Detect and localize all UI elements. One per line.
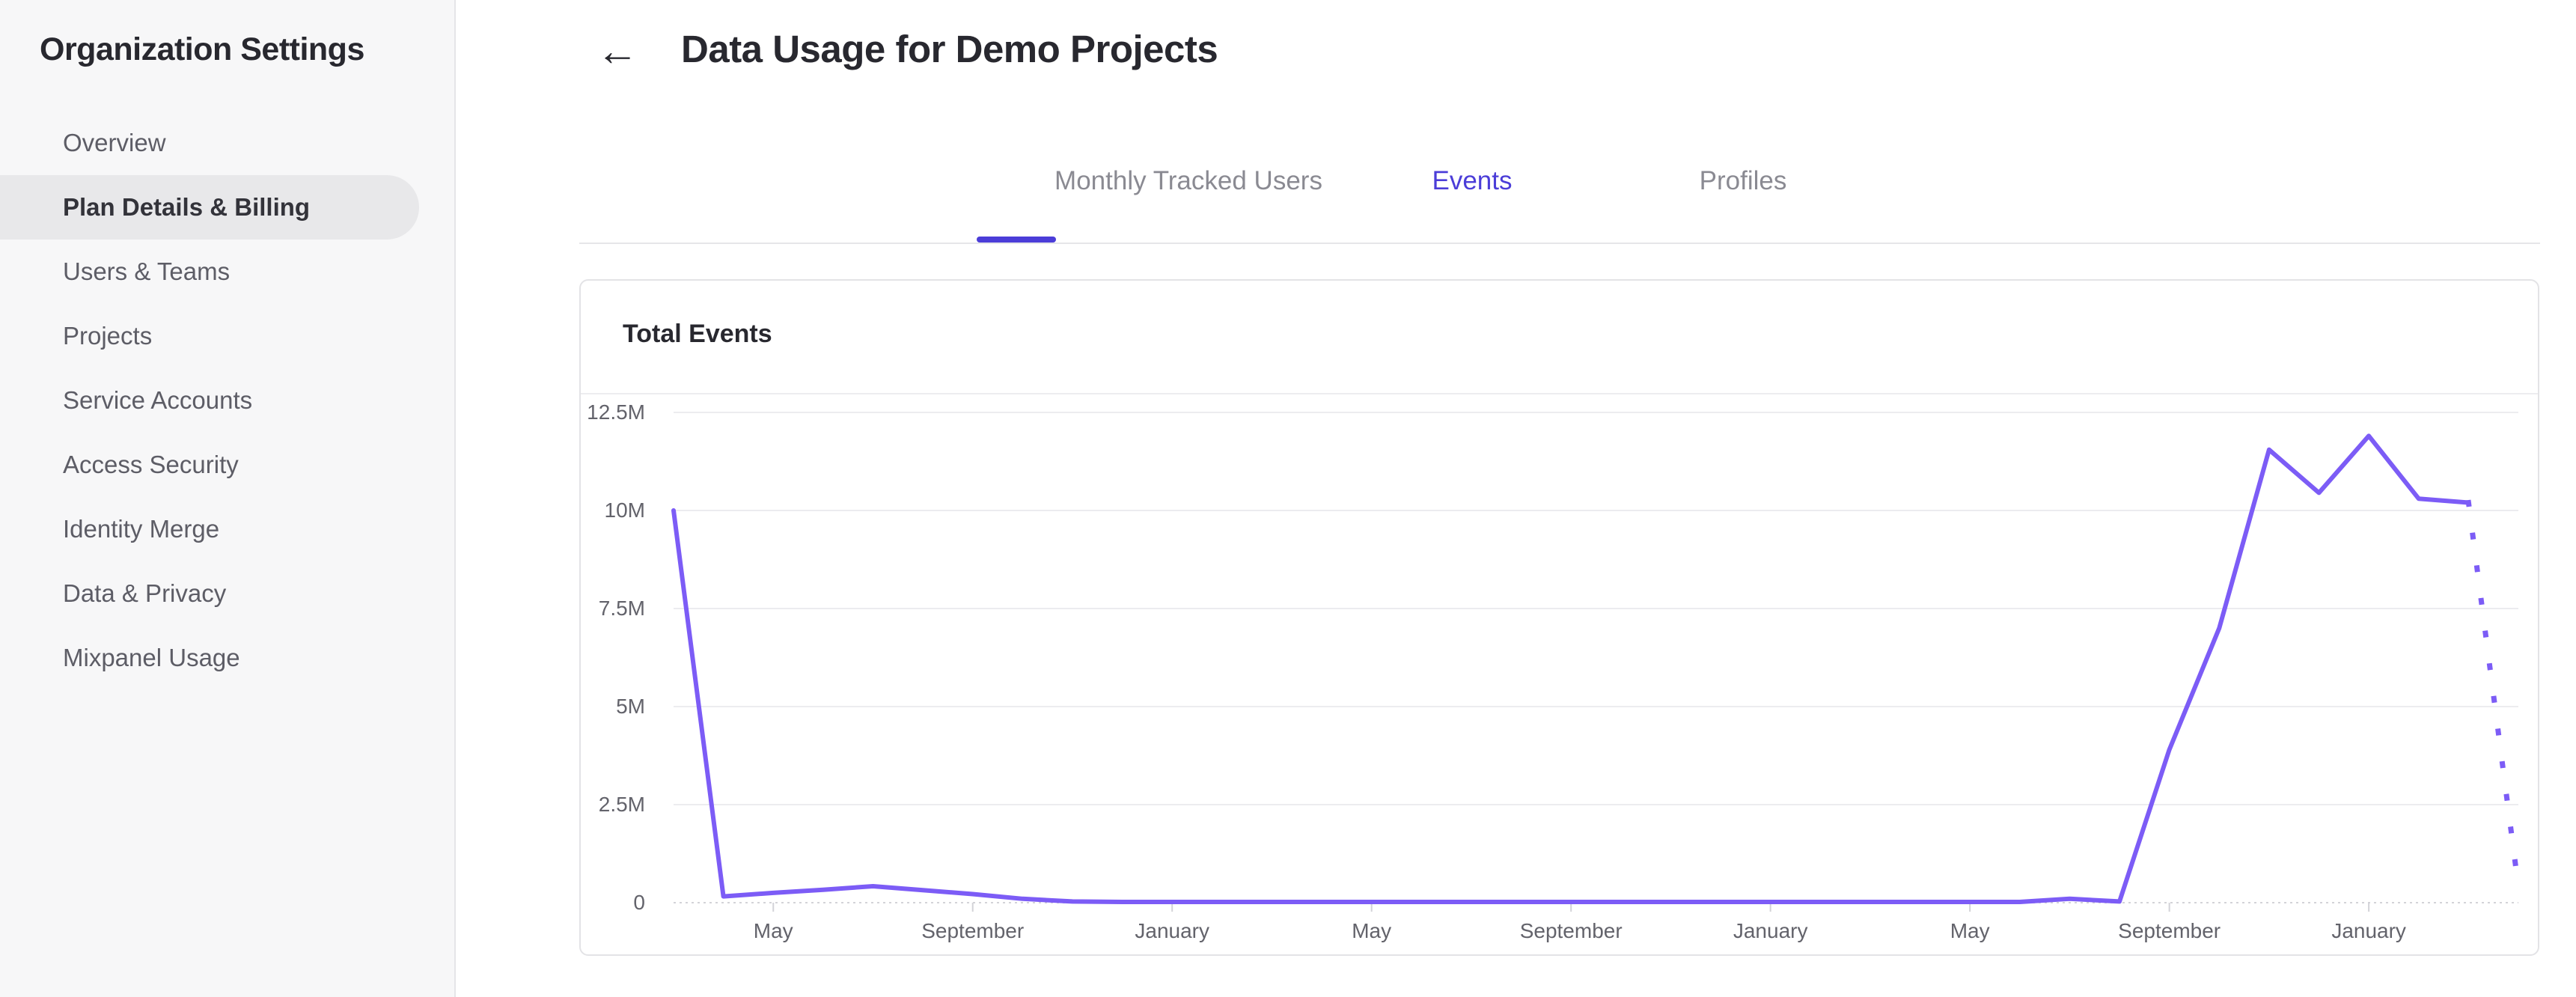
sidebar-item-access-security[interactable]: Access Security [0, 433, 456, 497]
total-events-line-chart[interactable]: 0 2.5M 5M 7.5M 10M 12.5M May September January Ma… [581, 394, 2538, 956]
total-events-projected-segment [2465, 499, 2521, 890]
tabs-bottom-rule [579, 243, 2540, 244]
x-tick-label-september: September [921, 919, 1024, 942]
sidebar-item-plan-details-and-billing[interactable]: Plan Details & Billing [0, 175, 419, 240]
sidebar-item-projects[interactable]: Projects [0, 304, 456, 368]
total-events-card: Total Events 0 2.5M 5M 7.5M 10M 12.5M May Septe… [579, 279, 2539, 956]
y-tick-label-2.5M: 2.5M [599, 793, 645, 816]
x-tick-label-september: September [2118, 919, 2221, 942]
sidebar-item-data-and-privacy[interactable]: Data & Privacy [0, 561, 456, 626]
x-tick-label-september: September [1520, 919, 1623, 942]
x-tick-label-january: January [2331, 919, 2406, 942]
x-tick-label-may: May [1950, 919, 1990, 942]
tab-events[interactable]: Events [1432, 166, 1513, 196]
sidebar-title: Organization Settings [40, 31, 364, 67]
data-usage-tabs: Monthly Tracked Users Events Profiles [457, 0, 2576, 247]
sidebar-item-overview[interactable]: Overview [0, 111, 456, 175]
x-tick-label-may: May [754, 919, 793, 942]
sidebar-item-mixpanel-usage[interactable]: Mixpanel Usage [0, 626, 456, 690]
organization-settings-sidebar: Organization Settings Overview Plan Detai… [0, 0, 456, 997]
y-tick-label-0: 0 [633, 891, 645, 914]
x-tick-label-may: May [1352, 919, 1391, 942]
y-tick-label-7.5M: 7.5M [599, 597, 645, 620]
total-events-series-line [671, 433, 2471, 904]
chart-svg: 0 2.5M 5M 7.5M 10M 12.5M May September January Ma… [587, 400, 2521, 942]
y-tick-label-10M: 10M [605, 498, 645, 522]
sidebar-nav: Overview Plan Details & Billing Users & Te… [0, 111, 456, 690]
tab-monthly-tracked-users[interactable]: Monthly Tracked Users [1054, 166, 1322, 196]
active-tab-underline [977, 237, 1056, 243]
sidebar-item-service-accounts[interactable]: Service Accounts [0, 368, 456, 433]
y-tick-label-12.5M: 12.5M [587, 400, 645, 424]
chart-title: Total Events [623, 320, 772, 348]
main-content: ← Data Usage for Demo Projects Monthly T… [457, 0, 2576, 997]
tab-profiles[interactable]: Profiles [1700, 166, 1787, 196]
sidebar-item-users-and-teams[interactable]: Users & Teams [0, 240, 456, 304]
x-tick-label-january: January [1135, 919, 1209, 942]
x-tick-label-january: January [1733, 919, 1808, 942]
sidebar-item-identity-merge[interactable]: Identity Merge [0, 497, 456, 561]
y-tick-label-5M: 5M [616, 695, 645, 718]
